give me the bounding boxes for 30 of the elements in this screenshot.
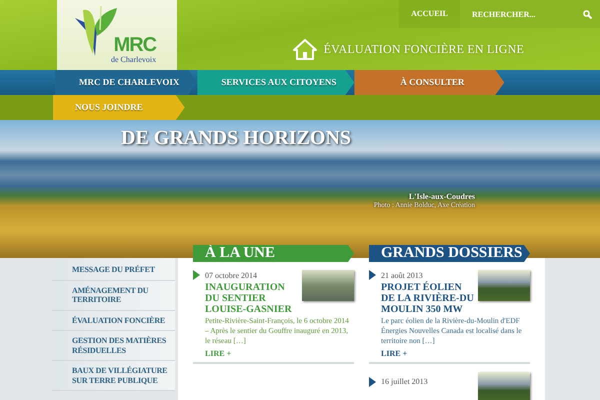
thumbnail-photo-placeholder <box>302 270 354 301</box>
article-date: 21 août 2013 <box>381 270 423 280</box>
thumbnail-photo-placeholder <box>478 372 530 400</box>
banner-title: DE GRANDS HORIZONS <box>121 127 352 150</box>
section-heading: GRANDS DOSSIERS <box>369 245 530 262</box>
house-icon <box>292 38 318 60</box>
read-more-link[interactable]: LIRE + <box>205 349 232 358</box>
article-title[interactable]: INAUGURATION DU SENTIER LOUISE-GASNIER <box>205 282 300 315</box>
article-date: 16 juillet 2013 <box>381 377 428 386</box>
sidebar-link[interactable]: AMÉNAGEMENT DU TERRITOIRE <box>52 280 175 310</box>
search-field[interactable]: RECHERCHER... <box>460 0 575 28</box>
article-date: 07 octobre 2014 <box>205 270 257 280</box>
article-title[interactable]: PROJET ÉOLIEN DE LA RIVIÈRE-DU MOULIN 350 MW <box>381 282 476 315</box>
photo-caption: L'Isle-aux-Coudres <box>408 192 475 201</box>
nav-tab[interactable]: SERVICES AUX CITOYENS <box>197 70 354 95</box>
bullet-arrow-icon <box>193 270 200 280</box>
nav-tab[interactable]: MRC DE CHARLEVOIX <box>55 70 198 95</box>
bullet-arrow-icon <box>369 376 376 387</box>
sidebar-link[interactable]: MESSAGE DU PRÉFET <box>52 260 175 280</box>
search-icon[interactable] <box>575 0 600 28</box>
sidebar-link[interactable]: ÉVALUATION FONCIÈRE <box>52 310 175 331</box>
section-heading: À LA UNE <box>193 245 354 262</box>
sidebar-link[interactable]: GESTION DES MATIÈRES RÉSIDUELLES <box>52 331 175 361</box>
nav-tab[interactable]: À CONSULTER <box>354 70 504 95</box>
logo-name: MRC <box>114 35 156 55</box>
sidebar-link[interactable]: BAUX DE VILLÉGIATURE SUR TERRE PUBLIQUE <box>52 361 175 391</box>
logo-subtitle: de Charlevoix <box>111 55 156 64</box>
bullet-arrow-icon <box>369 270 376 280</box>
thumbnail-photo-placeholder <box>478 270 530 301</box>
read-more-link[interactable]: LIRE + <box>381 349 408 358</box>
